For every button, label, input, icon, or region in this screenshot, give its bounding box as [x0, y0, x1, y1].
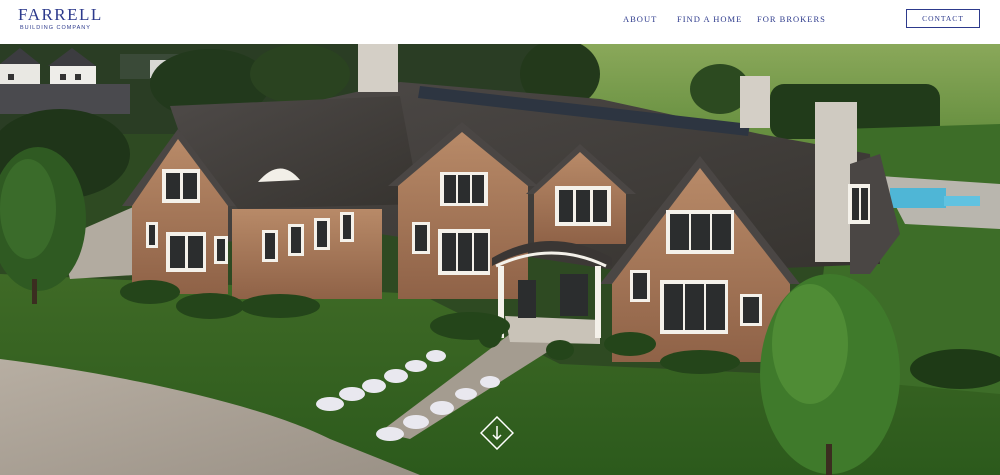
brand-tagline: BUILDING COMPANY: [20, 25, 91, 31]
scroll-down-button[interactable]: [480, 416, 514, 450]
nav-find-a-home[interactable]: FIND A HOME: [677, 14, 742, 24]
brand-logo[interactable]: FARRELL BUILDING COMPANY: [18, 6, 103, 31]
nav-about[interactable]: ABOUT: [623, 14, 657, 24]
house-photo: [0, 44, 1000, 475]
hero-image: [0, 44, 1000, 475]
site-header: FARRELL BUILDING COMPANY ABOUT FIND A HO…: [0, 0, 1000, 44]
contact-button[interactable]: CONTACT: [906, 9, 980, 28]
nav-for-brokers[interactable]: FOR BROKERS: [757, 14, 826, 24]
brand-name: FARRELL: [18, 5, 103, 24]
arrow-down-icon: [492, 426, 502, 441]
